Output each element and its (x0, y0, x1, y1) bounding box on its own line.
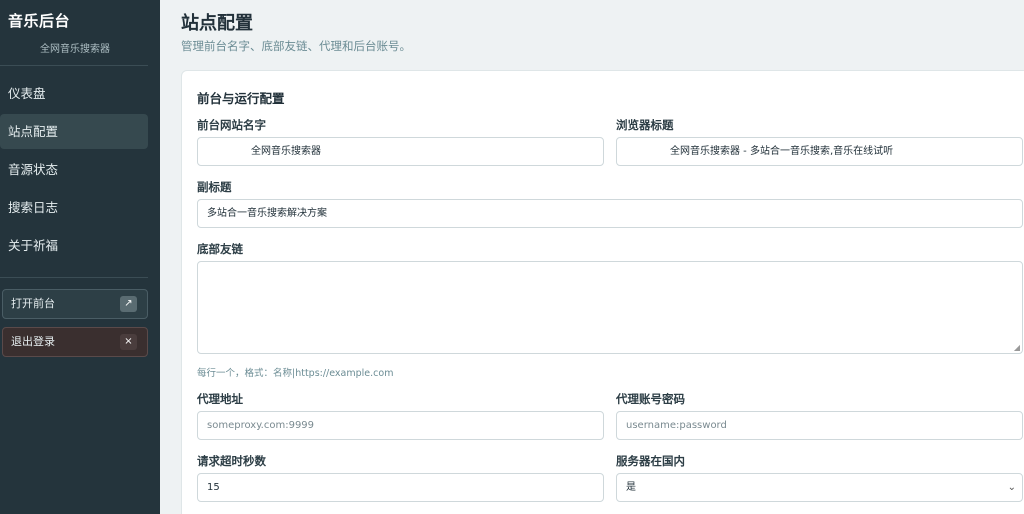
footer-links-hint: 每行一个，格式：名称|https://example.com (197, 368, 394, 379)
browser-title-label: 浏览器标题 (616, 118, 674, 132)
proxy-auth-input[interactable]: username:password (616, 411, 1023, 440)
footer-links-label: 底部友链 (197, 242, 243, 256)
timeout-label: 请求超时秒数 (197, 454, 266, 468)
sidebar-item-dashboard[interactable]: 仪表盘 (0, 76, 148, 111)
domestic-select[interactable]: 是 ⌄ (616, 473, 1023, 502)
open-front-label: 打开前台 (11, 297, 55, 310)
sidebar-item-source-status[interactable]: 音源状态 (0, 152, 148, 187)
chevron-down-icon: ⌄ (1007, 482, 1016, 493)
domestic-label: 服务器在国内 (616, 454, 685, 468)
proxy-input[interactable]: someproxy.com:9999 (197, 411, 604, 440)
timeout-input[interactable]: 15 (197, 473, 604, 502)
page-title: 站点配置 (181, 13, 253, 34)
brand-subtitle: 全网音乐搜索器 (40, 44, 110, 55)
subtitle-label: 副标题 (197, 180, 232, 194)
brand: 音乐后台 全网音乐搜索器 (0, 0, 148, 66)
proxy-auth-label: 代理账号密码 (616, 392, 685, 406)
brand-title: 音乐后台 (8, 12, 71, 30)
sidebar: 音乐后台 全网音乐搜索器 仪表盘 站点配置 音源状态 搜索日志 关于祈福 打开前… (0, 0, 160, 514)
close-icon: × (120, 334, 137, 350)
page-description: 管理前台名字、底部友链、代理和后台账号。 (181, 39, 411, 53)
external-link-icon: ↗ (120, 296, 137, 312)
browser-title-input[interactable]: 全网音乐搜索器 - 多站合一音乐搜索,音乐在线试听 (616, 137, 1023, 166)
config-card: 前台与运行配置 前台网站名字 全网音乐搜索器 浏览器标题 全网音乐搜索器 - 多… (181, 70, 1024, 514)
sidebar-item-search-log[interactable]: 搜索日志 (0, 190, 148, 225)
sidebar-nav: 仪表盘 站点配置 音源状态 搜索日志 关于祈福 (0, 76, 160, 263)
proxy-label: 代理地址 (197, 392, 243, 406)
site-name-input[interactable]: 全网音乐搜索器 (197, 137, 604, 166)
site-name-label: 前台网站名字 (197, 118, 266, 132)
domestic-selected-value: 是 (626, 482, 636, 493)
sidebar-item-about[interactable]: 关于祈福 (0, 228, 148, 263)
open-front-button[interactable]: 打开前台 ↗ (2, 289, 148, 319)
card-title: 前台与运行配置 (197, 91, 285, 106)
logout-label: 退出登录 (11, 335, 55, 348)
sidebar-item-site-config[interactable]: 站点配置 (0, 114, 148, 149)
logout-button[interactable]: 退出登录 × (2, 327, 148, 357)
subtitle-input[interactable]: 多站合一音乐搜索解决方案 (197, 199, 1023, 228)
main-content: 站点配置 管理前台名字、底部友链、代理和后台账号。 前台与运行配置 前台网站名字… (160, 0, 1024, 514)
sidebar-divider (0, 277, 148, 278)
footer-links-textarea[interactable]: ◢ (197, 261, 1023, 354)
resize-handle-icon[interactable]: ◢ (1014, 343, 1020, 352)
